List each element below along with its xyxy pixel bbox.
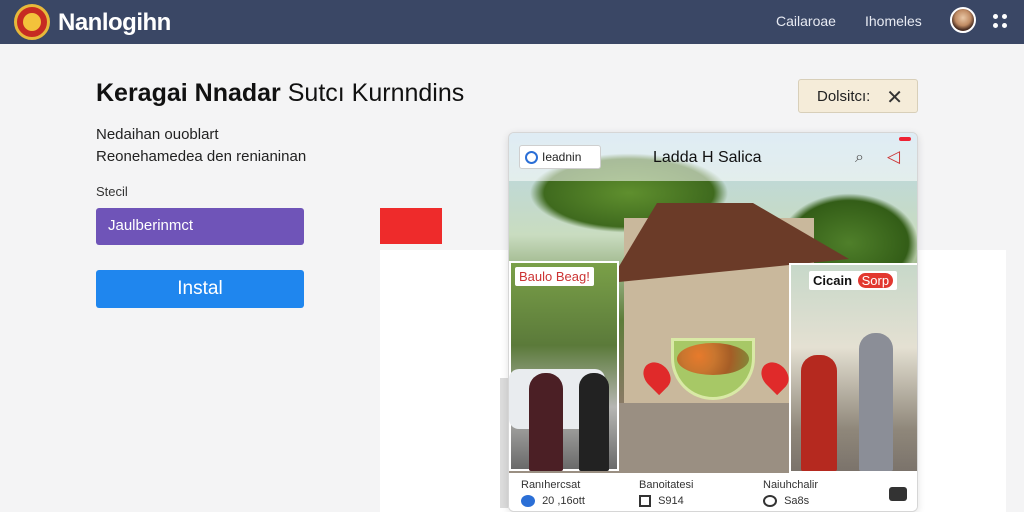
card-badge[interactable]: Ieadnin bbox=[519, 145, 601, 169]
comment-icon bbox=[763, 495, 777, 508]
close-icon[interactable]: ✕ bbox=[886, 85, 903, 110]
footer-col3-value: Sa8s bbox=[784, 495, 810, 507]
footer-col3-bottom[interactable]: Sa8s bbox=[763, 495, 810, 508]
video-icon bbox=[521, 495, 535, 508]
search-icon[interactable]: ⌕ bbox=[855, 149, 864, 167]
share-icon[interactable]: ◁ bbox=[887, 147, 900, 167]
right-label-tag: Sorp bbox=[857, 273, 894, 288]
footer-col1-top: Ranıhercsat bbox=[521, 479, 581, 491]
title-thin: Sutcı Kurnndins bbox=[287, 79, 465, 107]
footer-col3-top: Naiuhchalir bbox=[763, 479, 819, 491]
camera-icon[interactable] bbox=[889, 487, 907, 501]
red-block bbox=[380, 208, 442, 244]
nav-item-2[interactable]: Ihomeles bbox=[865, 13, 922, 29]
top-bar: Nanlogihn Cailaroae Ihomeles bbox=[0, 0, 1024, 44]
option-select[interactable]: Jaulberinmct bbox=[96, 208, 304, 245]
red-indicator bbox=[899, 137, 911, 141]
left-label: Baulo Beag! bbox=[515, 267, 594, 286]
avatar[interactable] bbox=[950, 7, 976, 33]
person bbox=[579, 373, 609, 471]
footer-col2-bottom[interactable]: S914 bbox=[639, 495, 684, 508]
logo-icon[interactable] bbox=[14, 4, 50, 40]
apps-icon[interactable] bbox=[993, 14, 1007, 28]
food-image bbox=[677, 343, 749, 375]
install-button[interactable]: Instal bbox=[96, 270, 304, 308]
footer-col2-top: Banoitatesi bbox=[639, 479, 694, 491]
brand-name[interactable]: Nanlogihn bbox=[58, 9, 171, 37]
divider bbox=[500, 378, 508, 508]
right-label: Cicain Sorp bbox=[809, 271, 898, 290]
person bbox=[529, 373, 563, 471]
card-footer: Ranıhercsat 20 ,16ott Banoitatesi S914 N… bbox=[509, 473, 917, 511]
footer-col2-value: S914 bbox=[658, 495, 684, 507]
title-bold: Keragai Nnadar bbox=[96, 79, 281, 107]
preview-card[interactable]: Baulo Beag! Cicain Sorp Ieadnin Ladda H … bbox=[508, 132, 918, 512]
page-title: Keragai Nnadar Sutcı Kurnndins bbox=[96, 79, 464, 108]
card-title: Ladda H Salica bbox=[653, 149, 762, 166]
frame-icon bbox=[639, 495, 651, 508]
details-label: Dolsitcı: bbox=[817, 87, 871, 105]
right-label-text: Cicain bbox=[813, 273, 853, 288]
footer-col1-value: 20 ,16ott bbox=[542, 495, 585, 507]
field-label: Stecil bbox=[96, 184, 128, 199]
details-button[interactable]: Dolsitcı: ✕ bbox=[798, 79, 918, 113]
badge-label: Ieadnin bbox=[542, 150, 582, 164]
nav-item-1[interactable]: Cailaroae bbox=[776, 13, 836, 29]
person bbox=[859, 333, 893, 471]
location-icon bbox=[525, 151, 538, 164]
footer-col1-bottom[interactable]: 20 ,16ott bbox=[521, 495, 585, 508]
person bbox=[801, 355, 837, 471]
subtitle-1: Nedaihan ouoblart bbox=[96, 126, 219, 143]
subtitle-2: Reonehamedea den renianinan bbox=[96, 148, 307, 165]
